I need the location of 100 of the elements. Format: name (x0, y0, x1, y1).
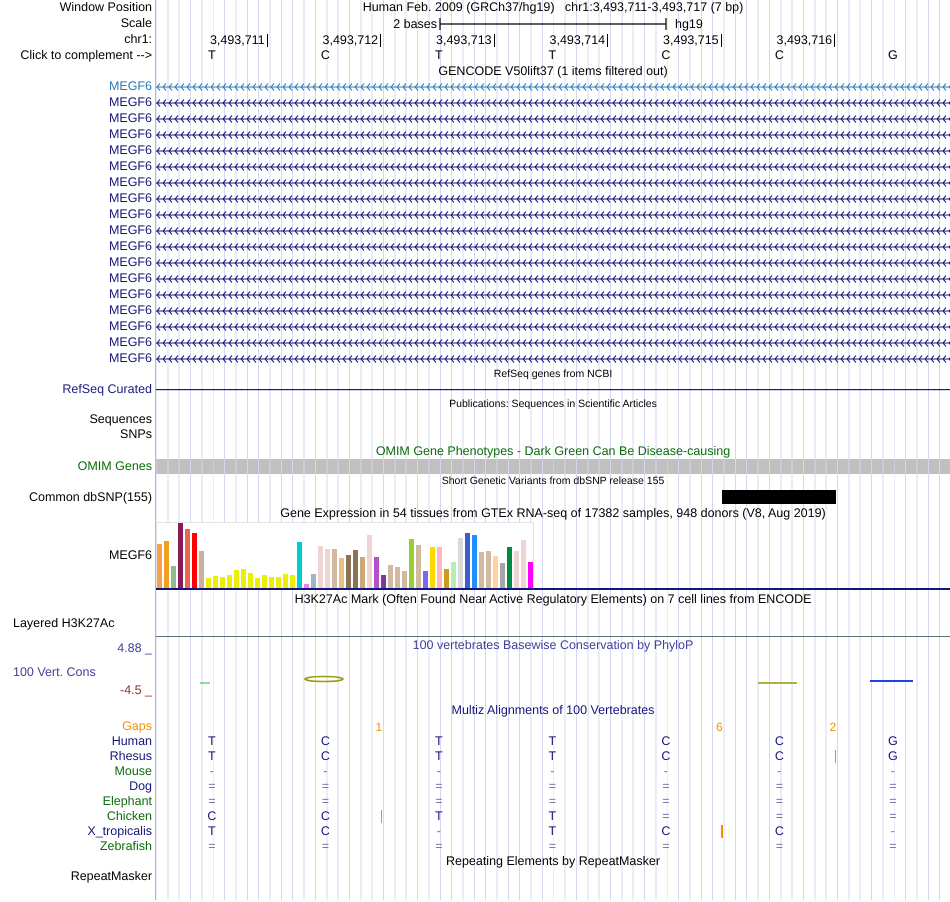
gene-name[interactable]: MEGF6 (108, 224, 152, 238)
expression-bar (451, 562, 456, 588)
track-label: Sequences (89, 412, 152, 426)
expression-bar (423, 571, 428, 588)
base-letter[interactable]: G (888, 49, 898, 63)
track-title: GENCODE V50lift37 (1 items filtered out) (438, 64, 668, 78)
track-title: Short Genetic Variants from dbSNP release 155 (442, 476, 664, 488)
track-label: Window Position (60, 1, 152, 15)
base-letter[interactable]: T (435, 49, 443, 63)
expression-bar (402, 571, 407, 588)
gene-name[interactable]: MEGF6 (108, 128, 152, 142)
aligned-base: C (320, 734, 330, 748)
aligned-base: - (890, 764, 895, 778)
base-letter[interactable]: C (661, 49, 670, 63)
expression-bar (262, 575, 267, 588)
aligned-base: C (661, 734, 670, 748)
expression-bar (192, 533, 197, 588)
position-range: chr1:3,493,711-3,493,717 (7 bp) (564, 1, 744, 15)
gene-name[interactable]: MEGF6 (108, 256, 152, 270)
expression-bar (416, 545, 421, 588)
track-label: Layered H3K27Ac (13, 616, 114, 630)
base-letter[interactable]: C (774, 49, 784, 63)
track-title: OMIM Gene Phenotypes - Dark Green Can Be Disease-causing (376, 445, 730, 459)
expression-bar (276, 577, 281, 588)
coordinate-tick: 3,493,714 (550, 34, 608, 46)
gene-name[interactable]: MEGF6 (108, 320, 152, 334)
conservation-mark (200, 682, 210, 684)
expression-bar (346, 555, 351, 588)
axis-max-label: 4.88 _ (117, 642, 154, 656)
gene-name[interactable]: MEGF6 (108, 144, 152, 158)
aligned-base: - (436, 764, 441, 778)
expression-bar (157, 544, 162, 588)
expression-bar (430, 547, 435, 588)
expression-bar (514, 551, 519, 588)
aligned-base: - (777, 764, 782, 778)
gene-name[interactable]: MEGF6 (108, 208, 152, 222)
expression-bar (234, 570, 239, 588)
gene-name[interactable]: MEGF6 (108, 112, 152, 126)
expression-bar (297, 542, 302, 588)
coordinate-tick: 3,493,713 (436, 34, 495, 46)
base-letter[interactable]: T (548, 49, 556, 63)
coordinate-tick: 3,493,715 (663, 34, 722, 46)
aligned-base: = (662, 840, 670, 854)
gene-name[interactable]: MEGF6 (108, 176, 152, 190)
expression-bar (220, 577, 225, 588)
conservation-mark (758, 682, 797, 684)
scale-text: 2 bases (393, 17, 437, 31)
species-name: Dog (129, 780, 152, 794)
track-label: RepeatMasker (70, 870, 152, 884)
aligned-base: = (776, 810, 784, 824)
expression-bar (255, 578, 260, 588)
gene-name[interactable]: MEGF6 (108, 272, 152, 286)
gap-count: 1 (375, 720, 382, 734)
gene-name[interactable]: MEGF6 (108, 304, 152, 318)
gene-name[interactable]: MEGF6 (108, 160, 152, 174)
base-letter[interactable]: C (320, 49, 330, 63)
scale-assembly: hg19 (674, 17, 703, 31)
aligned-base: = (548, 840, 556, 854)
gene-name[interactable]: MEGF6 (108, 96, 152, 110)
gene-name[interactable]: MEGF6 (108, 80, 152, 94)
aligned-base: = (889, 840, 897, 854)
species-name: Rhesus (110, 750, 152, 764)
track-title: Publications: Sequences in Scientific Articles (449, 398, 657, 410)
aligned-base: C (207, 810, 216, 824)
aligned-base: = (548, 780, 556, 794)
gene-name[interactable]: MEGF6 (108, 288, 152, 302)
expression-bar (227, 575, 232, 588)
gene-name[interactable]: MEGF6 (108, 240, 152, 254)
aligned-base: - (890, 824, 895, 838)
gene-name[interactable]: MEGF6 (108, 192, 152, 206)
aligned-base: - (436, 824, 441, 838)
aligned-base: = (208, 840, 216, 854)
aligned-base: = (208, 780, 216, 794)
expression-bar (290, 575, 295, 588)
aligned-base: = (322, 780, 330, 794)
gene-name[interactable]: MEGF6 (108, 336, 152, 350)
expression-bar (409, 539, 414, 588)
species-name: X_tropicalis (87, 824, 152, 838)
expression-bar (213, 576, 218, 588)
gap-count: 2 (829, 720, 836, 734)
expression-bar (528, 562, 533, 588)
aligned-base: C (661, 824, 670, 838)
gene-name: MEGF6 (108, 549, 152, 563)
aligned-base: C (661, 750, 670, 764)
assembly-name: Human Feb. 2009 (GRCh37/hg19) (362, 1, 554, 15)
track-title: 100 vertebrates Basewise Conservation by PhyloP (412, 637, 694, 653)
aligned-base: = (776, 780, 784, 794)
expression-bar (206, 578, 211, 588)
expression-bar (521, 540, 526, 588)
aligned-base: T (435, 750, 443, 764)
aligned-base: G (888, 750, 898, 764)
gap-count: 6 (716, 720, 723, 734)
aligned-base: = (889, 810, 897, 824)
aligned-base: = (889, 780, 897, 794)
expression-bar (199, 551, 204, 588)
expression-bar (458, 538, 463, 588)
expression-bar (493, 556, 498, 588)
base-letter[interactable]: T (208, 49, 216, 63)
aligned-base: = (435, 780, 443, 794)
gene-name[interactable]: MEGF6 (108, 352, 152, 366)
